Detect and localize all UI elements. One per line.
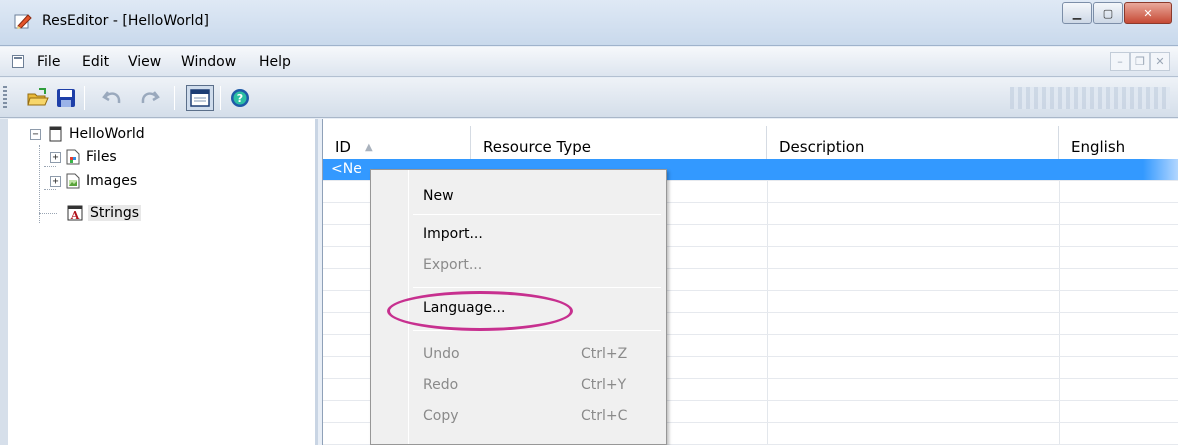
sort-ascending-icon: ▲ [364,141,373,153]
menu-item-label: New [423,188,454,204]
menu-file[interactable]: File [37,54,60,70]
toolbar-background-grip [1010,87,1170,109]
resource-tree: − HelloWorld + Files + Images A Strings [0,119,318,445]
maximize-button[interactable]: ▢ [1093,2,1123,24]
document-icon[interactable] [12,55,24,68]
panel-border [0,119,8,445]
tree-node-label: Files [86,149,117,165]
expand-toggle-icon[interactable]: + [50,151,61,163]
toolbar-separator [174,86,175,110]
menu-item-redo[interactable]: Redo Ctrl+Y [371,371,666,401]
toolbar: ? [0,78,1178,118]
menu-item-shortcut: Ctrl+C [581,408,628,424]
menu-item-label: Redo [423,377,459,393]
string-table-icon: A [67,205,83,221]
tree-node-strings[interactable]: A Strings [63,203,142,223]
mdi-restore-button[interactable]: ❐ [1130,52,1150,71]
menu-item-export[interactable]: Export... [371,251,666,281]
redo-icon[interactable] [137,86,161,110]
undo-icon[interactable] [101,86,125,110]
menu-separator [413,287,661,288]
menu-item-label: Import... [423,226,483,242]
project-icon [49,126,62,142]
menu-item-shortcut: Ctrl+Z [581,346,628,362]
tree-node-files[interactable]: + Files [50,147,117,167]
column-header-label: Description [779,138,865,156]
app-edit-icon [14,14,32,29]
column-header-label: Resource Type [483,138,592,156]
menu-item-undo[interactable]: Undo Ctrl+Z [371,340,666,370]
collapse-toggle-icon[interactable]: − [30,128,41,140]
minimize-button[interactable]: ▁ [1062,2,1092,24]
menu-bar: File Edit View Window Help – ❐ ✕ [0,47,1178,77]
open-icon[interactable] [26,86,50,110]
title-bar: ResEditor - [HelloWorld] ▁ ▢ ✕ [0,0,1178,46]
menu-window[interactable]: Window [181,54,236,70]
tree-node-label: Strings [88,205,142,221]
menu-separator [413,330,661,331]
row-id-cell: <Ne [331,161,362,177]
mdi-minimize-button[interactable]: – [1110,52,1130,71]
menu-item-label: Export... [423,257,483,273]
tree-node-helloworld[interactable]: − HelloWorld [30,124,145,144]
column-header-label: English [1071,138,1126,156]
tree-node-label: Images [86,173,138,189]
grid-view-icon[interactable] [186,85,214,111]
menu-item-import[interactable]: Import... [371,220,666,250]
menu-item-label: Copy [423,408,459,424]
column-header-label: ID [335,138,351,156]
mdi-close-button[interactable]: ✕ [1150,52,1170,71]
files-icon [66,149,80,165]
menu-help[interactable]: Help [259,54,291,70]
save-icon[interactable] [54,86,78,110]
menu-separator [413,214,661,215]
menu-item-copy[interactable]: Copy Ctrl+C [371,402,666,432]
tree-node-images[interactable]: + Images [50,171,137,191]
menu-item-shortcut: Ctrl+Y [581,377,627,393]
menu-item-new[interactable]: New [371,182,666,212]
help-icon[interactable]: ? [228,86,252,110]
menu-edit[interactable]: Edit [82,54,109,70]
tree-node-label: HelloWorld [69,126,145,142]
window-title: ResEditor - [HelloWorld] [42,13,209,29]
toolbar-grip[interactable] [3,86,7,108]
svg-text:A: A [70,209,80,221]
highlight-ring [387,291,573,331]
menu-view[interactable]: View [128,54,161,70]
menu-item-label: Undo [423,346,460,362]
close-button[interactable]: ✕ [1124,2,1172,24]
image-icon [66,173,80,189]
tree-connector [39,213,57,214]
toolbar-separator [84,86,85,110]
toolbar-separator [220,86,221,110]
tree-connector [39,145,40,223]
expand-toggle-icon[interactable]: + [50,175,61,187]
svg-text:?: ? [237,92,243,105]
